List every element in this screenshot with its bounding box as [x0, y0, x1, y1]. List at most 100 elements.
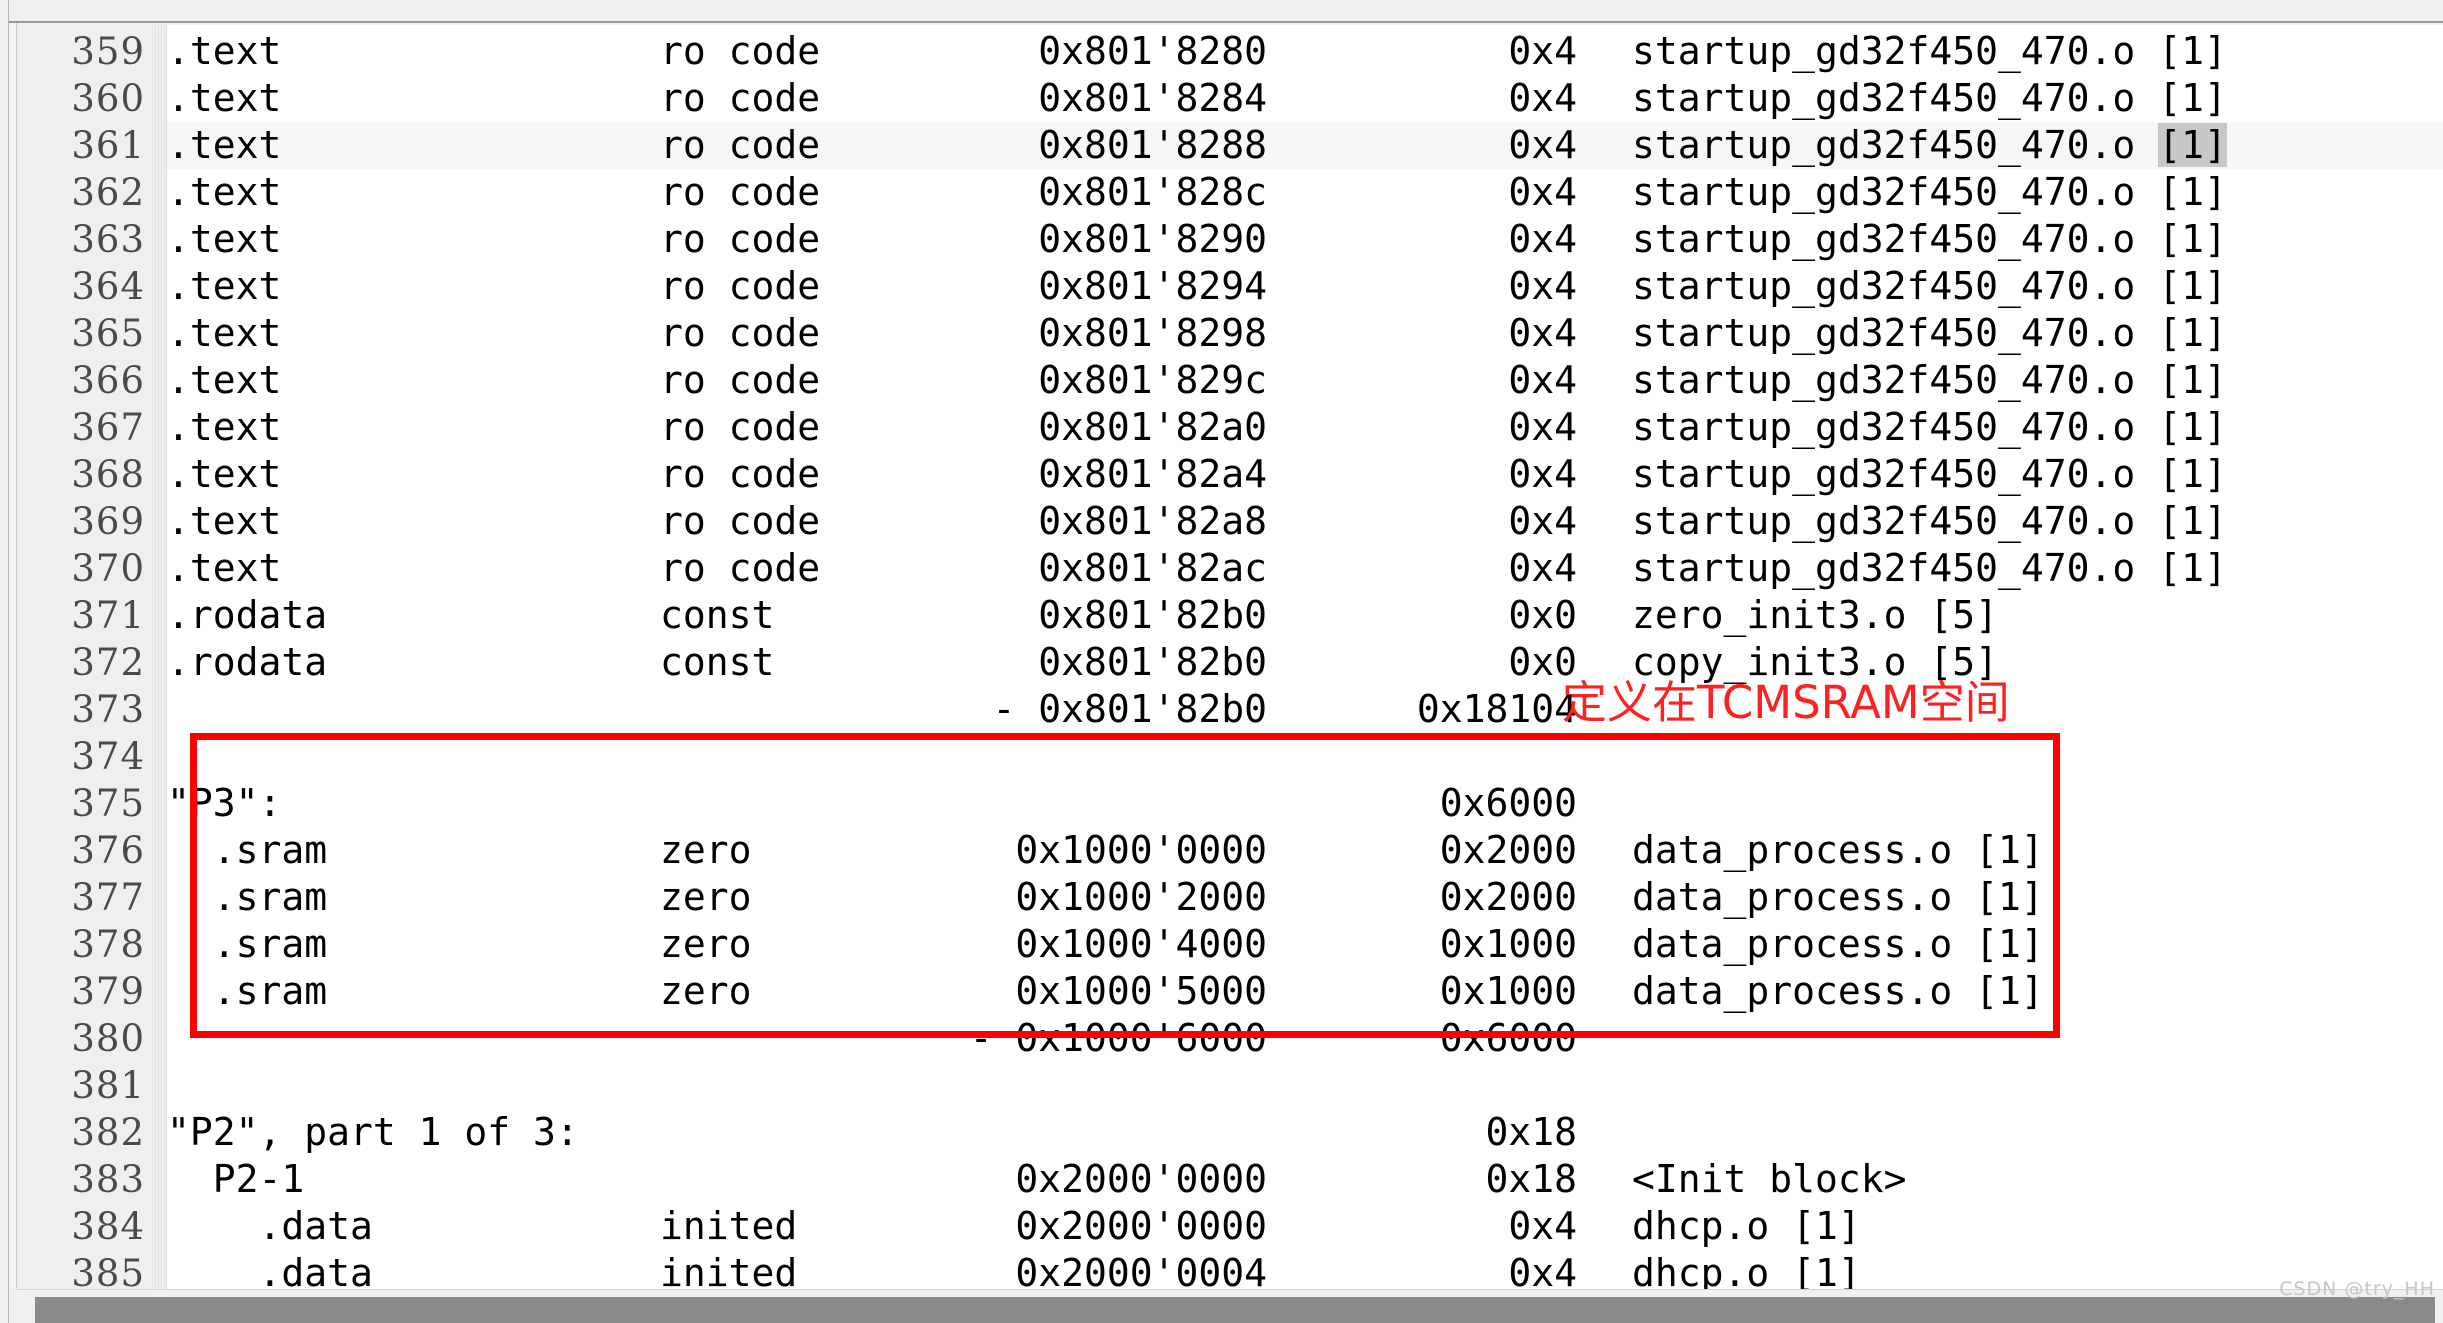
code-line[interactable]: "P3": 0x6000 [167, 780, 2443, 827]
code-address: 0x801'82ac [1038, 546, 1267, 590]
code-line[interactable]: .text ro code 0x801'82a0 0x4 startup_gd32f45… [167, 404, 2443, 451]
code-size: 0x2000 [1439, 875, 1577, 919]
code-line[interactable] [167, 1062, 2443, 1109]
code-line[interactable]: .rodata const 0x801'82b0 0x0 copy_init3.o [5… [167, 639, 2443, 686]
code-line[interactable]: .text ro code 0x801'8298 0x4 startup_gd32f45… [167, 310, 2443, 357]
code-line[interactable]: .text ro code 0x801'82a4 0x4 startup_gd32f45… [167, 451, 2443, 498]
code-line[interactable]: .text ro code 0x801'82ac 0x4 startup_gd32f45… [167, 545, 2443, 592]
line-number: 364 [71, 265, 145, 308]
line-number-gutter: 359 360 361 362 363 364 365 366 367 368 369 370 371 3… [17, 25, 167, 1289]
code-line[interactable]: .sram zero 0x1000'2000 0x2000 data_process.o… [167, 874, 2443, 921]
code-section-type: zero [660, 922, 752, 966]
code-section-name: .sram [167, 969, 328, 1013]
code-line[interactable]: .rodata const 0x801'82b0 0x0 zero_init3.o [5… [167, 592, 2443, 639]
code-section-name: .data [167, 1204, 373, 1248]
code-address: 0x2000'0004 [1015, 1251, 1267, 1289]
line-number: 371 [71, 594, 145, 637]
code-section-name: .rodata [167, 593, 328, 637]
code-line[interactable]: .text ro code 0x801'8290 0x4 startup_gd32f45… [167, 216, 2443, 263]
code-address: 0x801'82a8 [1038, 499, 1267, 543]
code-section-type: ro code [660, 76, 821, 120]
code-object-file: startup_gd32f450_470.o [1] [1632, 311, 2227, 355]
code-line[interactable]: .sram zero 0x1000'5000 0x1000 data_process.o… [167, 968, 2443, 1015]
code-object-file: data_process.o [1] [1632, 922, 2044, 966]
code-size: 0x4 [1508, 311, 1577, 355]
code-line[interactable]: .text ro code 0x801'8294 0x4 startup_gd32f45… [167, 263, 2443, 310]
code-object-file: startup_gd32f450_470.o [1] [1632, 170, 2227, 214]
code-size: 0x4 [1508, 452, 1577, 496]
line-number: 380 [71, 1017, 145, 1060]
code-section-name: .text [167, 76, 282, 120]
horizontal-scrollbar-thumb[interactable] [35, 1297, 2435, 1323]
code-section-type: ro code [660, 499, 821, 543]
code-line[interactable]: .sram zero 0x1000'0000 0x2000 data_process.o… [167, 827, 2443, 874]
code-line[interactable]: .text ro code 0x801'8284 0x4 startup_gd32f45… [167, 75, 2443, 122]
code-size: 0x2000 [1439, 828, 1577, 872]
code-line[interactable]: .data inited 0x2000'0004 0x4 dhcp.o [1] [167, 1250, 2443, 1289]
code-line[interactable]: - 0x801'82b0 0x18104 [167, 686, 2443, 733]
code-section-name: .text [167, 358, 282, 402]
code-line[interactable]: - 0x1000'6000 0x6000 [167, 1015, 2443, 1062]
code-size: 0x4 [1508, 358, 1577, 402]
code-section-type: inited [660, 1251, 798, 1289]
code-section-type: const [660, 593, 775, 637]
line-number: 367 [71, 406, 145, 449]
line-number: 368 [71, 453, 145, 496]
code-line[interactable]: .text ro code 0x801'829c 0x4 startup_gd32f45… [167, 357, 2443, 404]
code-line[interactable] [167, 733, 2443, 780]
code-line[interactable]: "P2", part 1 of 3: 0x18 [167, 1109, 2443, 1156]
code-line[interactable]: .data inited 0x2000'0000 0x4 dhcp.o [1] [167, 1203, 2443, 1250]
code-address: - 0x1000'6000 [969, 1016, 1267, 1060]
csdn-watermark: CSDN @try_HH [2279, 1278, 2435, 1300]
code-size: 0x0 [1508, 593, 1577, 637]
code-size: 0x4 [1508, 170, 1577, 214]
code-object-file: dhcp.o [1] [1632, 1251, 1861, 1289]
code-object-file-text: startup_gd32f450_470.o [1632, 123, 2159, 167]
code-address: 0x801'828c [1038, 170, 1267, 214]
code-section-type: ro code [660, 452, 821, 496]
code-section-name: .text [167, 123, 282, 167]
code-address: 0x801'8284 [1038, 76, 1267, 120]
code-object-file: data_process.o [1] [1632, 875, 2044, 919]
line-number: 359 [71, 30, 145, 73]
code-line[interactable]: .text ro code 0x801'82a8 0x4 startup_gd32f45… [167, 498, 2443, 545]
code-section-type: ro code [660, 546, 821, 590]
code-address: 0x801'82a0 [1038, 405, 1267, 449]
code-object-file: data_process.o [1] [1632, 969, 2044, 1013]
window-top-frame [0, 0, 2443, 23]
code-address: 0x801'82b0 [1038, 593, 1267, 637]
line-number: 370 [71, 547, 145, 590]
line-number: 373 [71, 688, 145, 731]
window-left-frame [0, 0, 9, 1323]
text-selection-highlight[interactable]: [1] [2158, 123, 2227, 167]
code-object-file: startup_gd32f450_470.o [1] [1632, 76, 2227, 120]
code-address: 0x1000'4000 [1015, 922, 1267, 966]
code-lines-container[interactable]: .text ro code 0x801'8280 0x4 startup_gd32f45… [167, 25, 2443, 1289]
map-file-editor[interactable]: 359 360 361 362 363 364 365 366 367 368 369 370 371 3… [17, 25, 2443, 1289]
code-section-type: zero [660, 828, 752, 872]
line-number: 362 [71, 171, 145, 214]
code-section-name: .text [167, 546, 282, 590]
gutter-texture [150, 25, 166, 1289]
code-section-name: .sram [167, 828, 328, 872]
code-size: 0x1000 [1439, 969, 1577, 1013]
code-line[interactable]: .text ro code 0x801'8280 0x4 startup_gd32f45… [167, 28, 2443, 75]
code-address: - 0x801'82b0 [992, 687, 1267, 731]
line-number: 375 [71, 782, 145, 825]
code-section-name: .data [167, 1251, 373, 1289]
code-address: 0x801'8294 [1038, 264, 1267, 308]
code-size: 0x4 [1508, 499, 1577, 543]
code-line[interactable]: .text ro code 0x801'828c 0x4 startup_gd32f45… [167, 169, 2443, 216]
code-line[interactable]: .text ro code 0x801'8288 0x4 startup_gd32f45… [167, 122, 2443, 169]
code-object-file: dhcp.o [1] [1632, 1204, 1861, 1248]
code-section-type: ro code [660, 123, 821, 167]
line-number: 366 [71, 359, 145, 402]
code-address: 0x1000'5000 [1015, 969, 1267, 1013]
code-section-type: ro code [660, 170, 821, 214]
line-number: 360 [71, 77, 145, 120]
code-section-name: .text [167, 264, 282, 308]
line-number: 372 [71, 641, 145, 684]
code-object-file: startup_gd32f450_470.o [1] [1632, 546, 2227, 590]
code-line[interactable]: P2-1 0x2000'0000 0x18 <Init block> [167, 1156, 2443, 1203]
code-line[interactable]: .sram zero 0x1000'4000 0x1000 data_process.o… [167, 921, 2443, 968]
